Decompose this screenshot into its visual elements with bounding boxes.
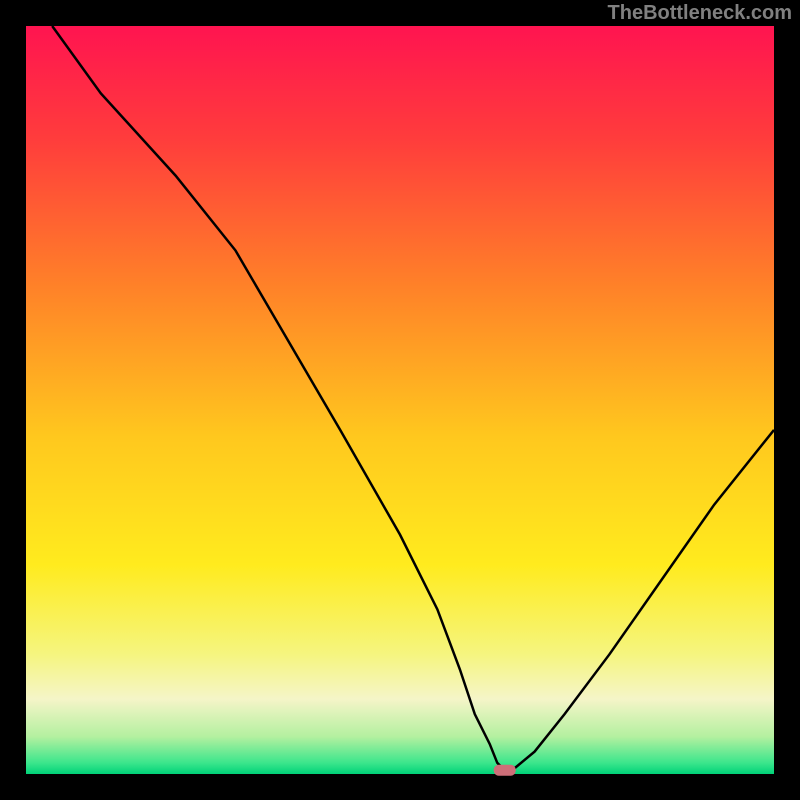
chart-container: TheBottleneck.com (0, 0, 800, 800)
watermark-text: TheBottleneck.com (608, 2, 792, 25)
plot-background (26, 26, 774, 774)
chart-svg (0, 0, 800, 800)
optimal-marker (494, 765, 516, 776)
